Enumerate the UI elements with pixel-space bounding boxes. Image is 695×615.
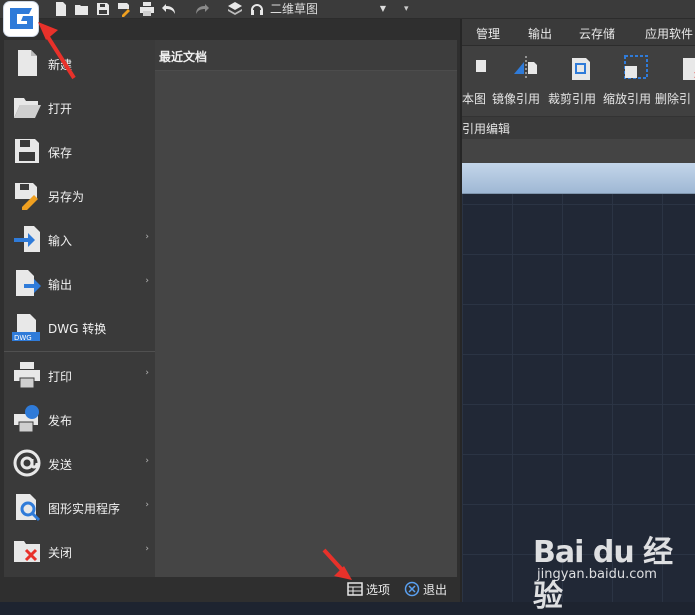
import-icon xyxy=(12,224,42,254)
submenu-arrow-icon: › xyxy=(145,500,149,510)
undo-icon[interactable] xyxy=(161,1,177,17)
ribbon-btn-mirror-xref[interactable]: 镜像引用 xyxy=(492,52,552,112)
print-icon xyxy=(12,360,42,390)
tab-cloud-storage[interactable]: 云存储 xyxy=(579,25,615,42)
clip-icon xyxy=(572,58,590,80)
ribbon-btn-label: 镜像引用 xyxy=(492,92,541,106)
menu-item-print[interactable]: 打印 › xyxy=(4,354,155,398)
submenu-arrow-icon: › xyxy=(145,456,149,466)
menu-item-label: 图形实用程序 xyxy=(48,502,121,516)
ribbon-btn-scale-xref[interactable]: 缩放引用 xyxy=(603,52,663,112)
menu-item-drawing-utilities[interactable]: 图形实用程序 › xyxy=(4,486,155,530)
menu-item-save[interactable]: 保存 xyxy=(4,130,155,174)
app-menu-logo-button[interactable] xyxy=(4,2,38,36)
options-button[interactable]: 选项 xyxy=(347,580,395,598)
headset-icon[interactable] xyxy=(249,1,265,17)
publish-icon xyxy=(12,404,42,434)
open-folder-icon xyxy=(12,92,42,122)
menu-item-send[interactable]: 发送 › xyxy=(4,442,155,486)
delete-xref-icon xyxy=(683,58,695,80)
menu-item-open[interactable]: 打开 xyxy=(4,86,155,130)
exit-label: 退出 xyxy=(423,583,448,597)
drawing-utilities-icon xyxy=(12,492,42,522)
submenu-arrow-icon: › xyxy=(145,368,149,378)
submenu-arrow-icon: › xyxy=(145,276,149,286)
menu-item-label: 发布 xyxy=(48,414,73,428)
gstarcad-logo-icon xyxy=(10,8,33,29)
save-icon[interactable] xyxy=(95,1,111,17)
menu-item-close[interactable]: 关闭 › xyxy=(4,530,155,574)
menu-item-label: 输出 xyxy=(48,278,73,292)
quick-access-toolbar: 二维草图 ▼ ▾ xyxy=(0,0,695,19)
export-icon xyxy=(12,268,42,298)
close-file-icon xyxy=(12,536,42,566)
baidu-watermark: Bai du 经验 jingyan.baidu.com xyxy=(533,527,693,614)
chevron-down-icon: ▼ xyxy=(379,4,386,13)
ribbon-tabs: 管理 输出 云存储 应用软件 xyxy=(462,19,695,46)
document-tab-bar xyxy=(462,163,695,194)
save-icon xyxy=(12,136,42,166)
menu-item-label: 保存 xyxy=(48,146,73,160)
svg-text:DWG: DWG xyxy=(14,334,32,342)
submenu-arrow-icon: › xyxy=(145,232,149,242)
menu-item-label: 打开 xyxy=(48,102,73,116)
menu-item-label: 输入 xyxy=(48,234,73,248)
menu-item-dwg-convert[interactable]: DWG DWG 转换 xyxy=(4,306,155,350)
exit-button[interactable]: 退出 xyxy=(404,580,452,598)
dwg-convert-icon: DWG xyxy=(12,312,42,342)
ribbon-btn-label: 缩放引用 xyxy=(603,92,652,106)
group-label-text: 引用编辑 xyxy=(462,122,511,136)
ribbon-btn-clip-xref[interactable]: 裁剪引用 xyxy=(548,52,608,112)
ribbon-btn-delete-xref[interactable]: 删除引 xyxy=(655,52,695,112)
recent-documents-title: 最近文档 xyxy=(159,50,208,64)
ribbon-btn-label: 裁剪引用 xyxy=(548,92,597,106)
tab-manage[interactable]: 管理 xyxy=(476,25,500,42)
watermark-url: jingyan.baidu.com xyxy=(537,567,657,582)
xref-icon xyxy=(476,60,486,72)
redo-icon[interactable] xyxy=(194,1,210,17)
menu-item-label: 关闭 xyxy=(48,546,73,560)
open-folder-icon[interactable] xyxy=(74,1,90,17)
exit-icon xyxy=(404,581,420,597)
customize-toolbar-icon[interactable]: ▾ xyxy=(404,0,409,18)
menu-item-label: 另存为 xyxy=(48,190,85,204)
submenu-arrow-icon: › xyxy=(145,544,149,554)
mirror-icon xyxy=(514,56,537,80)
workspace-value: 二维草图 xyxy=(270,2,319,16)
menu-item-label: DWG 转换 xyxy=(48,322,107,336)
recent-documents-panel xyxy=(155,40,457,577)
tab-output[interactable]: 输出 xyxy=(528,25,552,42)
email-icon xyxy=(12,448,42,478)
new-file-icon[interactable] xyxy=(53,1,69,17)
menu-separator xyxy=(4,351,155,352)
ribbon-btn-label: 删除引 xyxy=(655,92,692,106)
options-icon xyxy=(347,582,363,596)
menu-item-label: 打印 xyxy=(48,370,73,384)
workspace-select[interactable]: 二维草图 ▼ xyxy=(264,0,392,18)
layers-icon[interactable] xyxy=(227,1,243,17)
menu-item-import[interactable]: 输入 › xyxy=(4,218,155,262)
menu-item-export[interactable]: 输出 › xyxy=(4,262,155,306)
command-strip xyxy=(462,139,695,163)
save-as-icon[interactable] xyxy=(116,1,132,17)
ribbon-group-label: 引用编辑 xyxy=(462,116,695,139)
tab-apps[interactable]: 应用软件 xyxy=(645,25,693,42)
menu-item-label: 发送 xyxy=(48,458,73,472)
app-menu-commands: 新建 打开 保存 另存为 输入 › 输出 › DWG DWG 转换 打印 › 发… xyxy=(4,40,155,577)
print-icon[interactable] xyxy=(139,1,155,17)
menu-item-publish[interactable]: 发布 xyxy=(4,398,155,442)
recent-documents-header: 最近文档 xyxy=(155,40,457,71)
annotation-arrow-options xyxy=(320,548,354,582)
scale-icon xyxy=(624,55,648,79)
ribbon-panel: 本图 镜像引用 裁剪引用 缩放引用 删除引 xyxy=(462,46,695,116)
ribbon-btn-label: 本图 xyxy=(462,92,487,106)
save-as-icon xyxy=(12,180,42,211)
options-label: 选项 xyxy=(366,583,391,597)
annotation-arrow-logo xyxy=(34,20,84,82)
menu-item-save-as[interactable]: 另存为 xyxy=(4,174,155,218)
